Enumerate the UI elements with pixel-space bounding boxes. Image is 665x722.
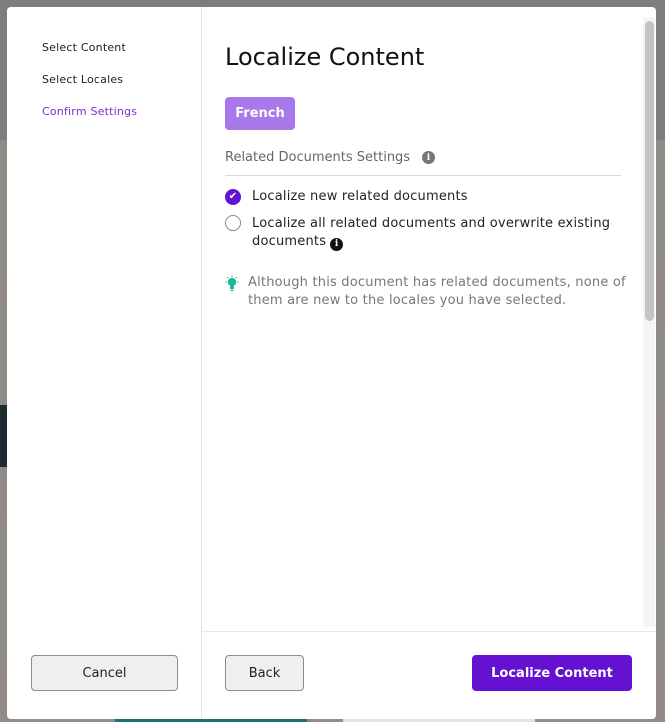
localize-modal: Select Content Select Locales Confirm Se…: [7, 7, 656, 719]
footer-divider: [202, 631, 656, 632]
radio-localize-all[interactable]: [225, 215, 241, 231]
option-label-localize-new[interactable]: Localize new related documents: [252, 189, 468, 204]
page-title: Localize Content: [225, 43, 425, 71]
option-label-localize-all-text: Localize all related documents and overw…: [252, 216, 611, 249]
lightbulb-icon: [225, 275, 239, 291]
hint-text: Although this document has related docum…: [248, 275, 626, 308]
step-select-locales[interactable]: Select Locales: [42, 73, 123, 86]
check-icon: ✔: [228, 191, 238, 202]
main-panel: Localize Content French Related Document…: [202, 7, 656, 719]
step-select-content[interactable]: Select Content: [42, 41, 126, 54]
info-icon[interactable]: i: [422, 151, 435, 164]
section-divider: [225, 175, 621, 176]
localize-content-button[interactable]: Localize Content: [472, 655, 632, 691]
cancel-button[interactable]: Cancel: [31, 655, 178, 691]
option-label-localize-all[interactable]: Localize all related documents and overw…: [252, 215, 622, 251]
locale-chip-french[interactable]: French: [225, 97, 295, 130]
section-label: Related Documents Settings: [225, 150, 411, 165]
back-button[interactable]: Back: [225, 655, 304, 691]
wizard-steps-sidebar: Select Content Select Locales Confirm Se…: [7, 7, 202, 719]
scrollbar-thumb[interactable]: [645, 21, 654, 321]
info-icon[interactable]: i: [330, 237, 344, 251]
step-confirm-settings[interactable]: Confirm Settings: [42, 105, 137, 118]
radio-localize-new[interactable]: ✔: [225, 189, 241, 205]
